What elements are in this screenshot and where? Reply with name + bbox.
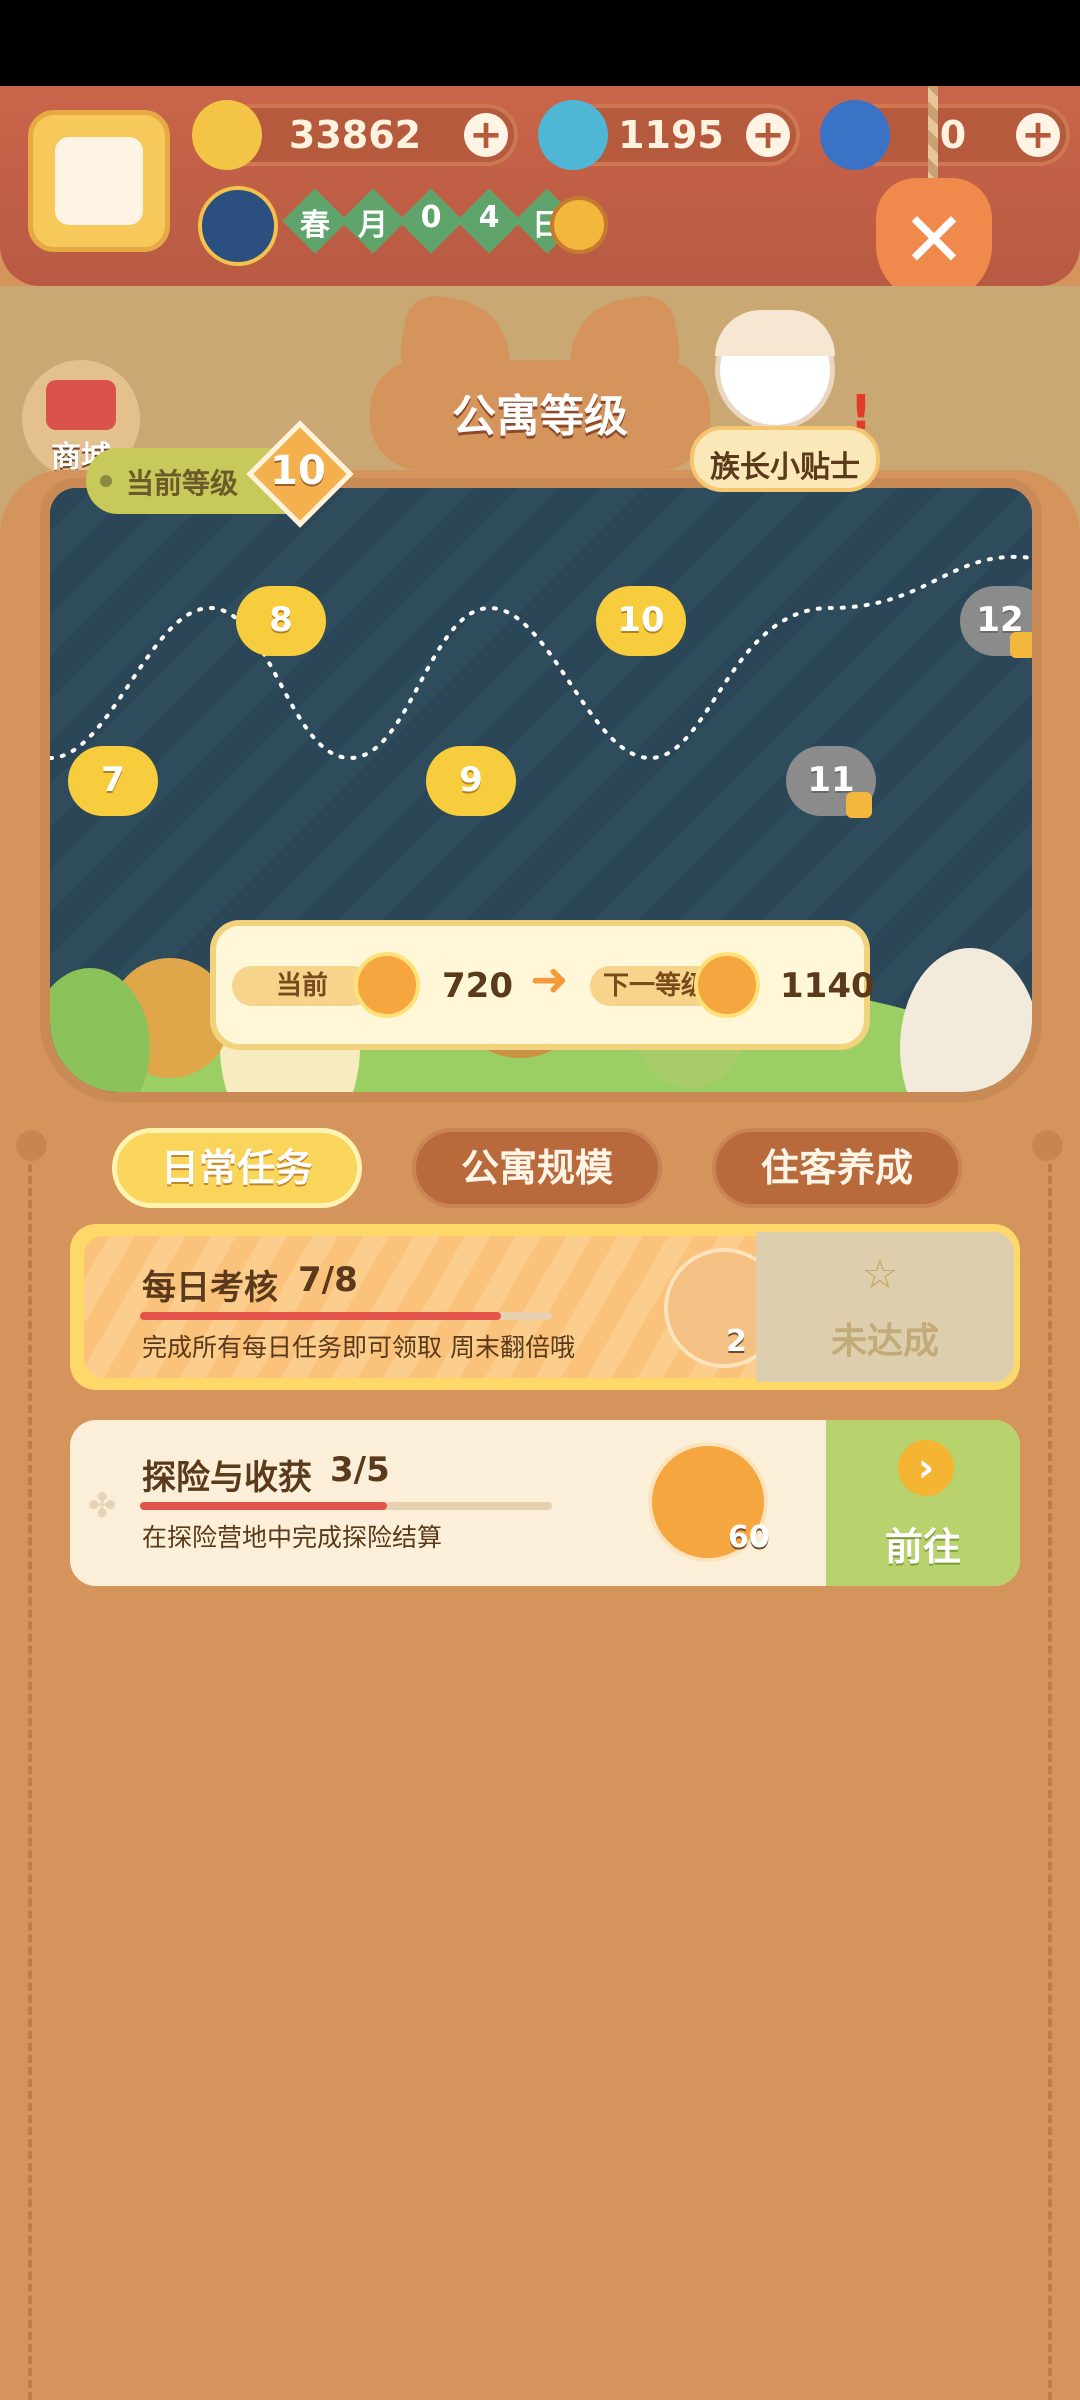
go-button-label: 前往 [884, 1525, 961, 1569]
sun-weather-icon[interactable] [550, 196, 608, 254]
not-achieved-label: 未达成 [830, 1321, 939, 1362]
reward-amount: 2 [726, 1324, 747, 1359]
fire-add-button[interactable]: + [746, 113, 790, 157]
not-achieved-status: ☆ 未达成 [756, 1232, 1014, 1382]
sun-coin-icon [694, 952, 760, 1018]
task-title: 探险与收获 [142, 1458, 312, 1498]
blue-flame-icon [538, 100, 608, 170]
level-node-10[interactable]: 10 [596, 586, 686, 656]
current-score-label: 当前 [232, 966, 372, 1006]
sun-coin-icon [354, 952, 420, 1018]
tab-resident-growth[interactable]: 住客养成 [712, 1128, 962, 1208]
level-node-9[interactable]: 9 [426, 746, 516, 816]
paw-icon: ● [1030, 1120, 1065, 1166]
banana-icon [192, 100, 262, 170]
task-progress-text: 7/8 [298, 1260, 358, 1300]
level-progress-card: 当前 720 ➜ 下一等级 1140 [210, 920, 875, 1050]
task-description: 完成所有每日任务即可领取 周末翻倍哦 [142, 1333, 575, 1362]
paw-icon: ● [14, 1120, 49, 1166]
status-bar [0, 0, 1080, 86]
feather-count: 0 [939, 113, 967, 157]
blue-banana-icon [820, 100, 890, 170]
close-icon: ✕ [902, 195, 966, 284]
banana-resource: 33862 + [192, 100, 518, 170]
level-node-12-locked[interactable]: 12 [960, 586, 1032, 658]
task-title: 每日考核 [142, 1268, 278, 1308]
close-rope [928, 86, 938, 186]
banana-count: 33862 [288, 113, 422, 157]
level-node-11-locked[interactable]: 11 [786, 746, 876, 818]
reward-amount: 60 [728, 1520, 770, 1555]
feather-add-button[interactable]: + [1016, 113, 1060, 157]
player-avatar[interactable] [28, 110, 170, 252]
banana-add-button[interactable]: + [464, 113, 508, 157]
border-dash-left [28, 1140, 32, 2400]
level-node-8[interactable]: 8 [236, 586, 326, 656]
task-progress-fill [140, 1312, 501, 1320]
close-button[interactable]: ✕ [876, 178, 992, 302]
next-level-value: 1140 [780, 966, 875, 1006]
panel-title: 公寓等级 [452, 391, 628, 442]
level-node-7[interactable]: 7 [68, 746, 158, 816]
task-progress-bar [140, 1502, 552, 1510]
moon-clock-icon [198, 186, 278, 266]
lock-icon [846, 792, 872, 818]
task-progress-bar [140, 1312, 552, 1320]
shop-icon [46, 380, 116, 430]
fire-resource: 1195 + [538, 100, 800, 170]
star-outline-icon: ☆ [862, 1252, 898, 1298]
task-progress-text: 3/5 [330, 1450, 390, 1490]
chevron-right-icon: › [898, 1440, 954, 1496]
lock-icon [1010, 632, 1032, 658]
border-dash-right [1048, 1140, 1052, 2400]
chief-tips-button[interactable]: 族长小贴士 [690, 426, 880, 492]
current-level-number: 10 [270, 448, 326, 494]
fire-count: 1195 [618, 113, 724, 157]
task-progress-fill [140, 1502, 388, 1510]
clover-icon: ✤ [88, 1486, 117, 1526]
current-score-value: 720 [442, 966, 513, 1006]
current-level-label: 当前等级 [126, 467, 239, 500]
go-button[interactable]: › 前往 [826, 1420, 1020, 1586]
avatar-face-icon [55, 137, 143, 225]
tab-apartment-scale[interactable]: 公寓规模 [412, 1128, 662, 1208]
tab-daily-tasks[interactable]: 日常任务 [112, 1128, 362, 1208]
task-description: 在探险营地中完成探险结算 [142, 1523, 443, 1552]
feather-resource: 0 + [820, 100, 1070, 170]
arrow-right-icon: ➜ [530, 952, 569, 1006]
chief-tips-label: 族长小贴士 [710, 450, 860, 485]
